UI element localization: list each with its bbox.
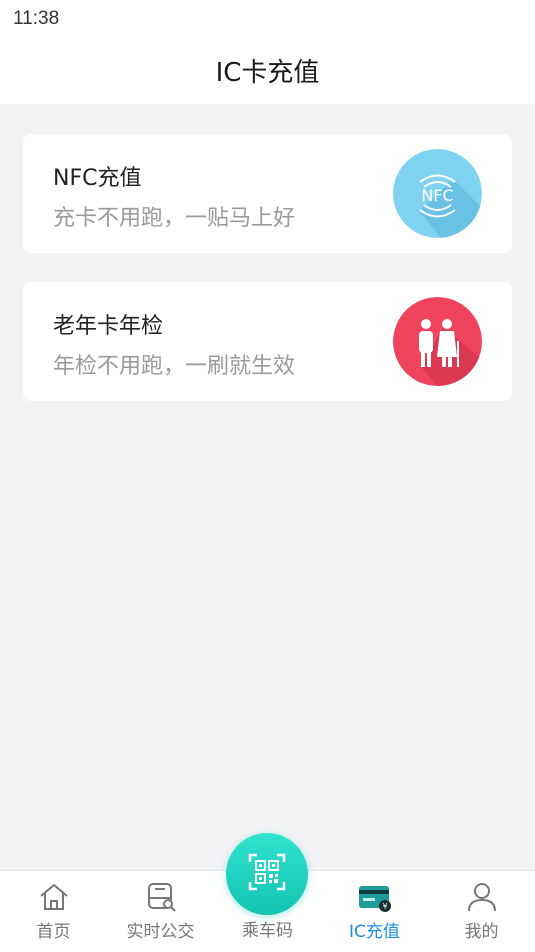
page-header: IC卡充值 — [0, 36, 535, 104]
tab-home[interactable]: 首页 — [0, 871, 107, 952]
person-icon — [464, 879, 500, 915]
status-bar: 11:38 — [0, 0, 535, 36]
tab-realtime-bus-label: 实时公交 — [126, 922, 195, 942]
tab-realtime-bus[interactable]: 实时公交 — [107, 871, 214, 952]
nfc-recharge-card[interactable]: NFC充值 充卡不用跑，一贴马上好 NFC — [23, 134, 512, 253]
elderly-couple-icon — [393, 297, 482, 386]
qr-code-icon — [247, 852, 287, 896]
home-icon — [36, 879, 72, 915]
tab-ic-recharge-label: IC充值 — [349, 922, 400, 942]
nfc-recharge-subtitle: 充卡不用跑，一贴马上好 — [53, 206, 296, 231]
elderly-card-inspection-card[interactable]: 老年卡年检 年检不用跑，一刷就生效 — [23, 282, 512, 401]
ride-code-qr-button[interactable] — [226, 833, 308, 915]
tab-home-label: 首页 — [36, 922, 71, 942]
elderly-card-subtitle: 年检不用跑，一刷就生效 — [53, 354, 296, 379]
status-time: 11:38 — [13, 8, 60, 29]
tab-mine-label: 我的 — [464, 922, 499, 942]
svg-text:¥: ¥ — [382, 902, 387, 911]
page-title: IC卡充值 — [215, 57, 320, 88]
tab-ic-recharge[interactable]: ¥ IC充值 — [321, 871, 428, 952]
tab-ride-code-label: 乘车码 — [242, 921, 293, 941]
nfc-recharge-title: NFC充值 — [53, 166, 142, 191]
bus-search-icon — [143, 879, 179, 915]
elderly-card-title: 老年卡年检 — [53, 314, 164, 339]
tab-mine[interactable]: 我的 — [428, 871, 535, 952]
nfc-icon-text: NFC — [421, 186, 453, 205]
card-recharge-icon: ¥ — [357, 879, 393, 915]
nfc-icon: NFC — [393, 149, 482, 238]
